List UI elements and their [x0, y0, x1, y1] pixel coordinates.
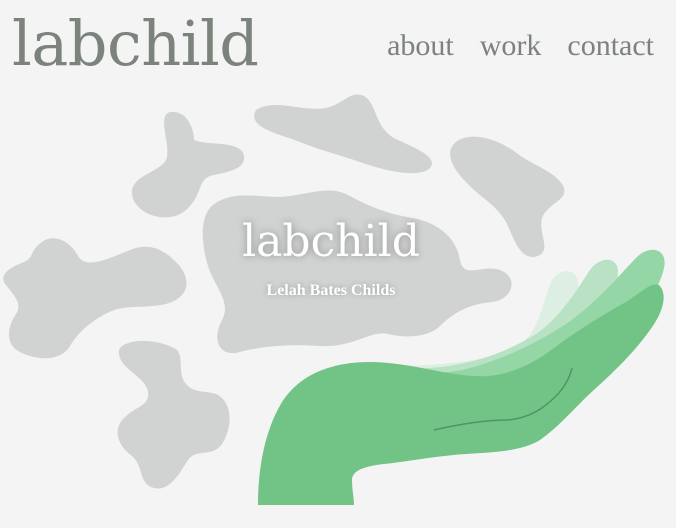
site-logo[interactable]: labchild — [12, 6, 259, 82]
nav-link-contact[interactable]: contact — [567, 24, 654, 68]
nav-link-about[interactable]: about — [387, 24, 454, 68]
nav-link-work[interactable]: work — [480, 24, 542, 68]
main-nav: about work contact — [387, 24, 654, 68]
hero-subtitle: Lelah Bates Childs — [266, 282, 396, 299]
page: labchild about work contact labchild Lel… — [0, 0, 676, 528]
hero-title: labchild — [242, 216, 420, 267]
blob-top-right — [450, 136, 565, 257]
blob-bottom-left — [117, 340, 230, 489]
blob-top-center — [254, 94, 432, 174]
blob-left — [3, 238, 187, 359]
